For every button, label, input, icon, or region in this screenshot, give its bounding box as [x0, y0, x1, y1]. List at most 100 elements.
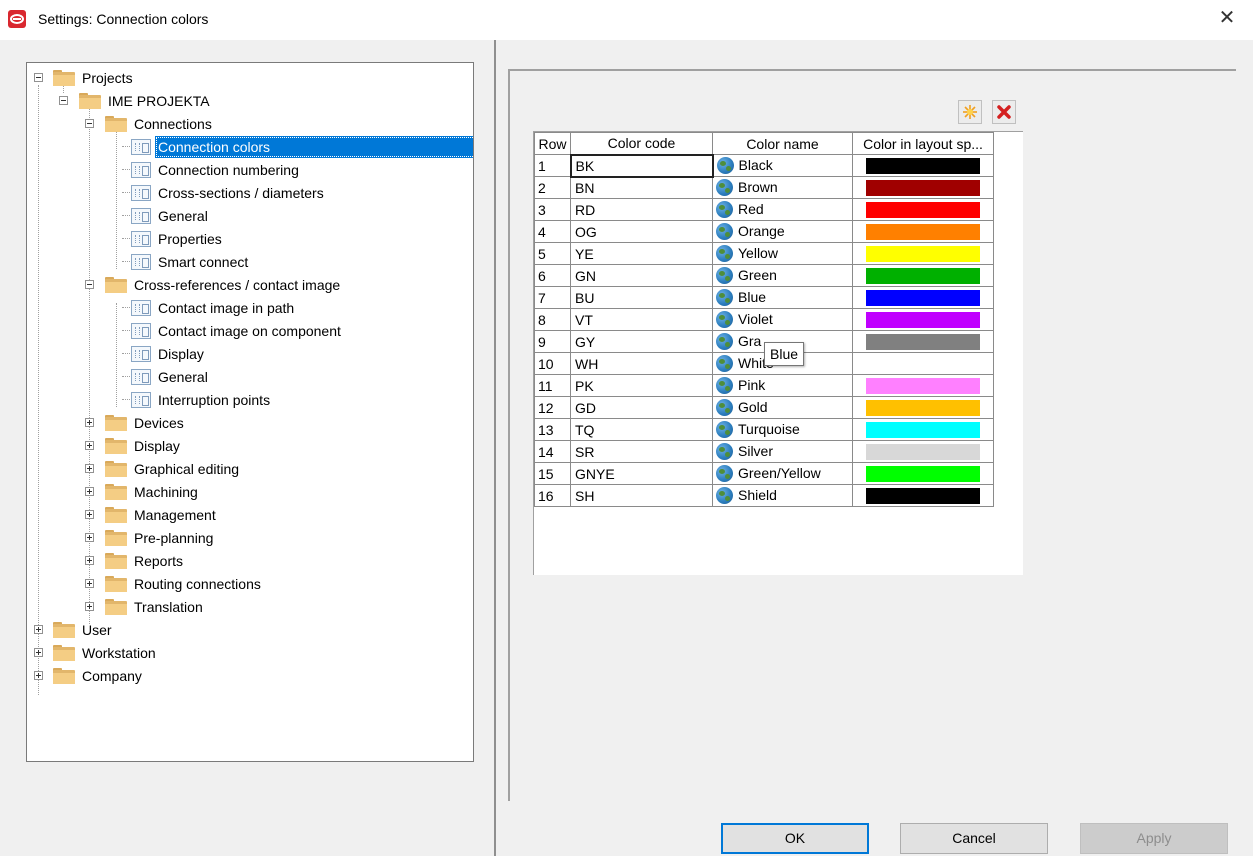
- layout-color-cell[interactable]: [852, 330, 994, 353]
- color-code-cell[interactable]: BU: [570, 286, 713, 309]
- color-swatch: [866, 290, 980, 307]
- expand-toggle[interactable]: [85, 441, 94, 450]
- color-name-cell[interactable]: Green: [712, 264, 853, 287]
- collapse-toggle[interactable]: [85, 280, 94, 289]
- color-code-cell[interactable]: SH: [570, 484, 713, 507]
- settings-page-icon: [131, 139, 151, 155]
- new-row-button[interactable]: [958, 100, 982, 124]
- color-code-cell[interactable]: RD: [570, 198, 713, 221]
- collapse-toggle[interactable]: [59, 96, 68, 105]
- layout-color-cell[interactable]: [852, 352, 994, 375]
- color-code-cell[interactable]: BK: [569, 153, 714, 178]
- color-name-cell[interactable]: Violet: [712, 308, 853, 331]
- layout-color-cell[interactable]: [852, 264, 994, 287]
- row-number: 15: [534, 462, 571, 485]
- layout-color-cell[interactable]: [852, 220, 994, 243]
- color-code-cell[interactable]: TQ: [570, 418, 713, 441]
- color-name-cell[interactable]: Pink: [712, 374, 853, 397]
- color-name-cell[interactable]: Blue: [712, 286, 853, 309]
- expand-toggle[interactable]: [85, 418, 94, 427]
- row-number: 7: [534, 286, 571, 309]
- color-name-cell[interactable]: Orange: [712, 220, 853, 243]
- color-code-cell[interactable]: GD: [570, 396, 713, 419]
- color-code-cell[interactable]: OG: [570, 220, 713, 243]
- layout-color-cell[interactable]: [852, 308, 994, 331]
- layout-color-cell[interactable]: [852, 198, 994, 221]
- color-code-cell[interactable]: PK: [570, 374, 713, 397]
- color-code-cell[interactable]: WH: [570, 352, 713, 375]
- color-name-cell[interactable]: Turquoise: [712, 418, 853, 441]
- color-name-cell[interactable]: Yellow: [712, 242, 853, 265]
- column-header-color-name[interactable]: Color name: [712, 132, 853, 155]
- table-row[interactable]: 7 BU Blue: [534, 286, 994, 309]
- table-row[interactable]: 8 VT Violet: [534, 308, 994, 331]
- table-row[interactable]: 5 YE Yellow: [534, 242, 994, 265]
- layout-color-cell[interactable]: [852, 484, 994, 507]
- table-row[interactable]: 3 RD Red: [534, 198, 994, 221]
- color-swatch: [866, 444, 980, 461]
- apply-button[interactable]: Apply: [1080, 823, 1228, 854]
- color-code-cell[interactable]: YE: [570, 242, 713, 265]
- expand-toggle[interactable]: [34, 648, 43, 657]
- expand-toggle[interactable]: [85, 487, 94, 496]
- expand-toggle[interactable]: [34, 671, 43, 680]
- color-swatch: [866, 422, 980, 439]
- color-name-cell[interactable]: Red: [712, 198, 853, 221]
- color-name-cell[interactable]: Silver: [712, 440, 853, 463]
- collapse-toggle[interactable]: [34, 73, 43, 82]
- table-row[interactable]: 12 GD Gold: [534, 396, 994, 419]
- color-name-text: Brown: [738, 178, 778, 195]
- color-name-cell[interactable]: Green/Yellow: [712, 462, 853, 485]
- expand-toggle[interactable]: [85, 464, 94, 473]
- color-swatch: [866, 334, 980, 351]
- row-number: 1: [534, 154, 571, 177]
- layout-color-cell[interactable]: [852, 286, 994, 309]
- color-code-cell[interactable]: BN: [570, 176, 713, 199]
- settings-tree[interactable]: Projects IME PROJEKTA Connections Connec…: [26, 62, 474, 762]
- table-row[interactable]: 15 GNYE Green/Yellow: [534, 462, 994, 485]
- column-header-color-code[interactable]: Color code: [570, 132, 713, 155]
- column-header-color-in-layout[interactable]: Color in layout sp...: [852, 132, 994, 155]
- layout-color-cell[interactable]: [852, 176, 994, 199]
- color-code-cell[interactable]: GNYE: [570, 462, 713, 485]
- layout-color-cell[interactable]: [852, 462, 994, 485]
- expand-toggle[interactable]: [85, 602, 94, 611]
- color-name-cell[interactable]: Gold: [712, 396, 853, 419]
- layout-color-cell[interactable]: [852, 154, 994, 177]
- table-row[interactable]: 6 GN Green: [534, 264, 994, 287]
- table-row[interactable]: 2 BN Brown: [534, 176, 994, 199]
- layout-color-cell[interactable]: [852, 440, 994, 463]
- table-row[interactable]: 14 SR Silver: [534, 440, 994, 463]
- panel-splitter[interactable]: [494, 40, 496, 856]
- cancel-button[interactable]: Cancel: [900, 823, 1048, 854]
- expand-toggle[interactable]: [34, 625, 43, 634]
- expand-toggle[interactable]: [85, 533, 94, 542]
- ok-button[interactable]: OK: [721, 823, 869, 854]
- delete-row-button[interactable]: [992, 100, 1016, 124]
- layout-color-cell[interactable]: [852, 242, 994, 265]
- expand-toggle[interactable]: [85, 579, 94, 588]
- collapse-toggle[interactable]: [85, 119, 94, 128]
- table-row[interactable]: 11 PK Pink: [534, 374, 994, 397]
- table-row[interactable]: 1 BK Black: [534, 153, 994, 178]
- expand-toggle[interactable]: [85, 556, 94, 565]
- table-row[interactable]: 16 SH Shield: [534, 484, 994, 507]
- table-row[interactable]: 4 OG Orange: [534, 220, 994, 243]
- color-code-cell[interactable]: SR: [570, 440, 713, 463]
- table-row[interactable]: 13 TQ Turquoise: [534, 418, 994, 441]
- expand-toggle[interactable]: [85, 510, 94, 519]
- color-swatch: [866, 400, 980, 417]
- layout-color-cell[interactable]: [852, 418, 994, 441]
- column-header-row[interactable]: Row: [534, 132, 571, 155]
- color-name-cell[interactable]: Shield: [712, 484, 853, 507]
- color-code-cell[interactable]: GY: [570, 330, 713, 353]
- layout-color-cell[interactable]: [852, 374, 994, 397]
- close-icon[interactable]: ✕: [1215, 6, 1239, 30]
- tree-item-label: IME PROJEKTA: [108, 93, 210, 109]
- color-name-cell[interactable]: Black: [712, 154, 853, 177]
- color-code-cell[interactable]: GN: [570, 264, 713, 287]
- globe-icon: [716, 157, 734, 175]
- layout-color-cell[interactable]: [852, 396, 994, 419]
- color-name-cell[interactable]: Brown: [712, 176, 853, 199]
- color-code-cell[interactable]: VT: [570, 308, 713, 331]
